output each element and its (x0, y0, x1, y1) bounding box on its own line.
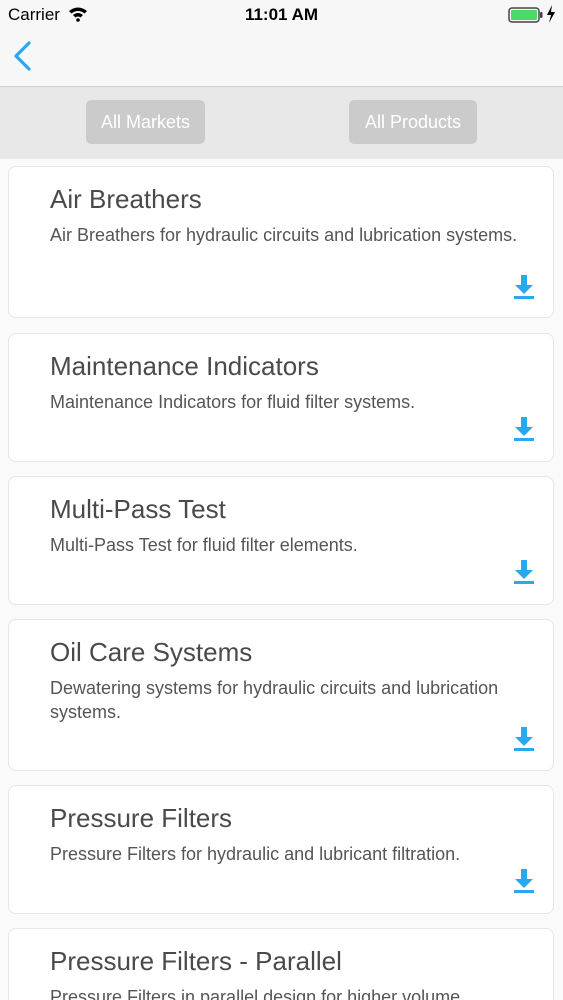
product-card-multi-pass-test[interactable]: Multi-Pass Test Multi-Pass Test for flui… (8, 476, 554, 605)
back-chevron-icon[interactable] (10, 40, 34, 77)
product-card-pressure-filters-parallel[interactable]: Pressure Filters - Parallel Pressure Fil… (8, 928, 554, 1000)
product-title: Air Breathers (50, 184, 202, 214)
product-card-pressure-filters[interactable]: Pressure Filters Pressure Filters for hy… (8, 785, 554, 914)
filter-bar: All Markets All Products (0, 87, 563, 159)
product-title: Multi-Pass Test (50, 494, 226, 524)
download-icon[interactable] (513, 868, 535, 899)
battery-icon (508, 6, 544, 29)
status-bar: Carrier 11:01 AM (0, 0, 563, 30)
product-description: Air Breathers for hydraulic circuits and… (50, 225, 518, 245)
download-icon[interactable] (513, 726, 535, 757)
status-time: 11:01 AM (244, 5, 319, 24)
all-products-button[interactable]: All Products (349, 100, 477, 144)
product-card-air-breathers[interactable]: Air Breathers Air Breathers for hydrauli… (8, 166, 554, 318)
product-list[interactable]: Air Breathers Air Breathers for hydrauli… (0, 159, 563, 1000)
product-description: Maintenance Indicators for fluid filter … (50, 392, 416, 412)
product-description: Multi-Pass Test for fluid filter element… (50, 535, 358, 555)
product-title: Pressure Filters - Parallel (50, 946, 342, 976)
product-card-maintenance-indicators[interactable]: Maintenance Indicators Maintenance Indic… (8, 333, 554, 462)
product-title: Maintenance Indicators (50, 351, 319, 381)
product-title: Oil Care Systems (50, 637, 253, 667)
download-icon[interactable] (513, 416, 535, 447)
all-markets-button[interactable]: All Markets (86, 100, 205, 144)
product-description: Pressure Filters for hydraulic and lubri… (50, 844, 461, 864)
download-icon[interactable] (513, 274, 535, 305)
product-title: Pressure Filters (50, 803, 233, 833)
product-description: Dewatering systems for hydraulic circuit… (50, 678, 499, 722)
navigation-bar (0, 30, 563, 87)
product-card-oil-care-systems[interactable]: Oil Care Systems Dewatering systems for … (8, 619, 554, 771)
charging-bolt-icon (546, 5, 556, 28)
download-icon[interactable] (513, 559, 535, 590)
product-description: Pressure Filters in parallel design for … (50, 987, 461, 1000)
